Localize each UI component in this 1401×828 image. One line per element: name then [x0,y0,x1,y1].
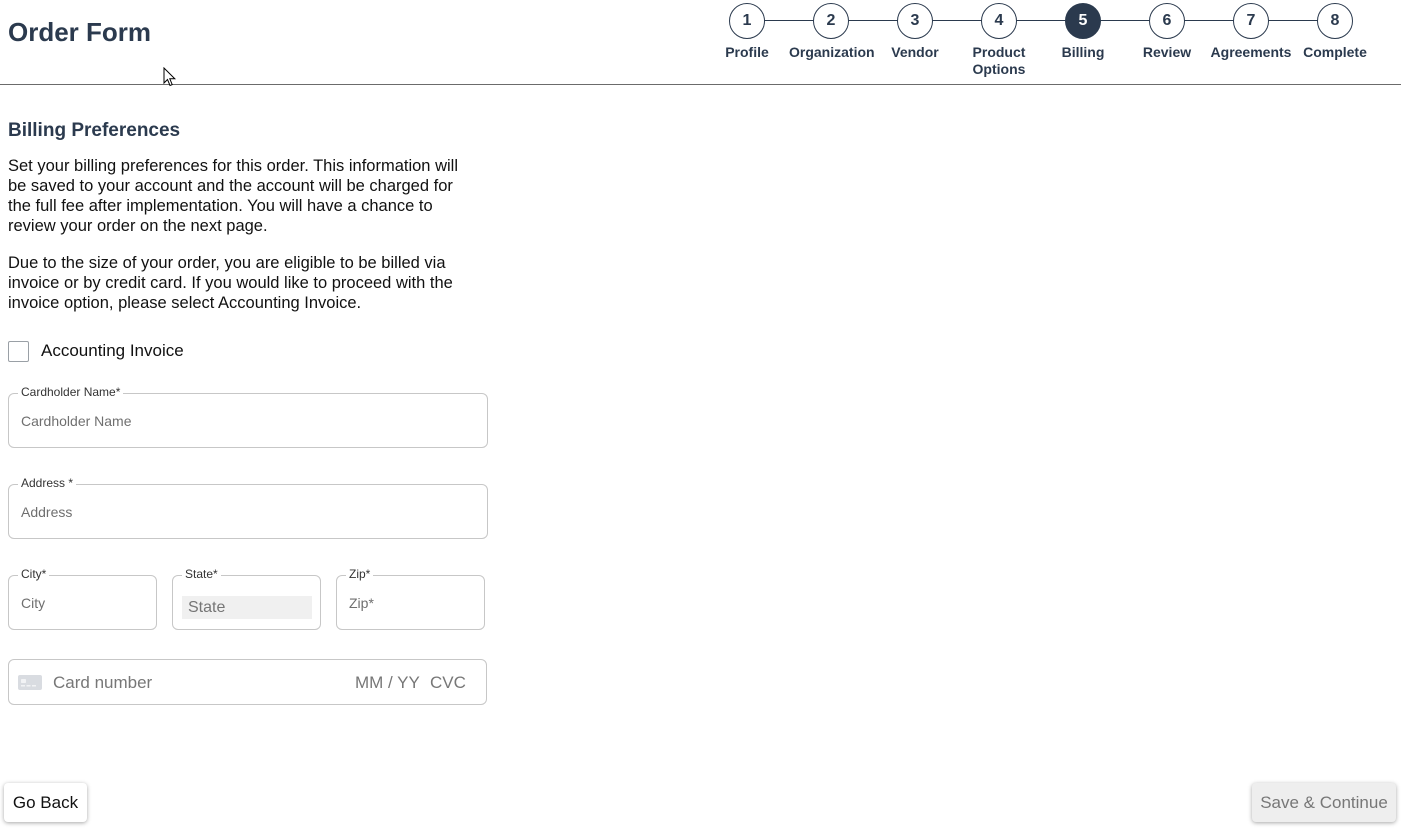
city-field: City* [8,567,157,630]
step-label: Agreements [1210,44,1292,60]
step-agreements[interactable]: 7 Agreements [1209,3,1293,61]
step-billing[interactable]: 5 Billing [1041,3,1125,61]
step-vendor[interactable]: 3 Vendor [873,3,957,61]
credit-card-icon [18,675,42,690]
step-number: 4 [981,3,1017,39]
step-number: 8 [1317,3,1353,39]
page-title: Order Form [8,17,152,47]
go-back-button[interactable]: Go Back [4,783,87,822]
progress-stepper: 1 Profile 2 Organization 3 Vendor 4 Prod… [705,3,1385,83]
accounting-invoice-option[interactable]: Accounting Invoice [8,340,184,362]
step-complete[interactable]: 8 Complete [1293,3,1377,61]
card-details-field[interactable]: Card number MM / YY CVC [8,659,487,705]
step-product-options[interactable]: 4 Product Options [957,3,1041,78]
step-profile[interactable]: 1 Profile [705,3,789,61]
state-select[interactable]: State [182,596,312,619]
address-field: Address * [8,476,488,539]
cardholder-name-field: Cardholder Name* [8,385,488,448]
step-number: 7 [1233,3,1269,39]
step-number: 5 [1065,3,1101,39]
cardholder-name-input[interactable] [21,394,476,447]
save-continue-button[interactable]: Save & Continue [1252,783,1396,822]
city-input[interactable] [21,576,146,629]
step-number: 2 [813,3,849,39]
card-expiry-input[interactable]: MM / YY [355,673,420,693]
step-label: Review [1142,44,1192,60]
card-number-input[interactable]: Card number [53,673,152,693]
zip-input[interactable] [349,576,474,629]
step-label: Billing [1061,44,1105,60]
billing-intro-text: Set your billing preferences for this or… [8,157,458,235]
step-label: Organization [789,44,875,60]
card-cvc-input[interactable]: CVC [430,673,466,693]
step-label: Profile [725,44,769,60]
invoice-eligibility-text: Due to the size of your order, you are e… [8,254,453,312]
step-organization[interactable]: 2 Organization [789,3,875,61]
step-number: 1 [729,3,765,39]
state-field: State* State [172,567,321,630]
zip-field: Zip* [336,567,485,630]
header: Order Form 1 Profile 2 Organization 3 Ve… [0,0,1401,85]
address-input[interactable] [21,485,476,538]
step-label: Complete [1303,44,1367,60]
step-number: 6 [1149,3,1185,39]
accounting-invoice-checkbox[interactable] [8,340,29,362]
mouse-pointer-icon [163,67,177,87]
accounting-invoice-label: Accounting Invoice [41,341,184,360]
billing-preferences-heading: Billing Preferences [8,120,181,141]
state-label: State* [182,567,221,582]
step-review[interactable]: 6 Review [1125,3,1209,61]
step-label: Product Options [972,44,1026,77]
step-label: Vendor [891,44,939,60]
step-number: 3 [897,3,933,39]
